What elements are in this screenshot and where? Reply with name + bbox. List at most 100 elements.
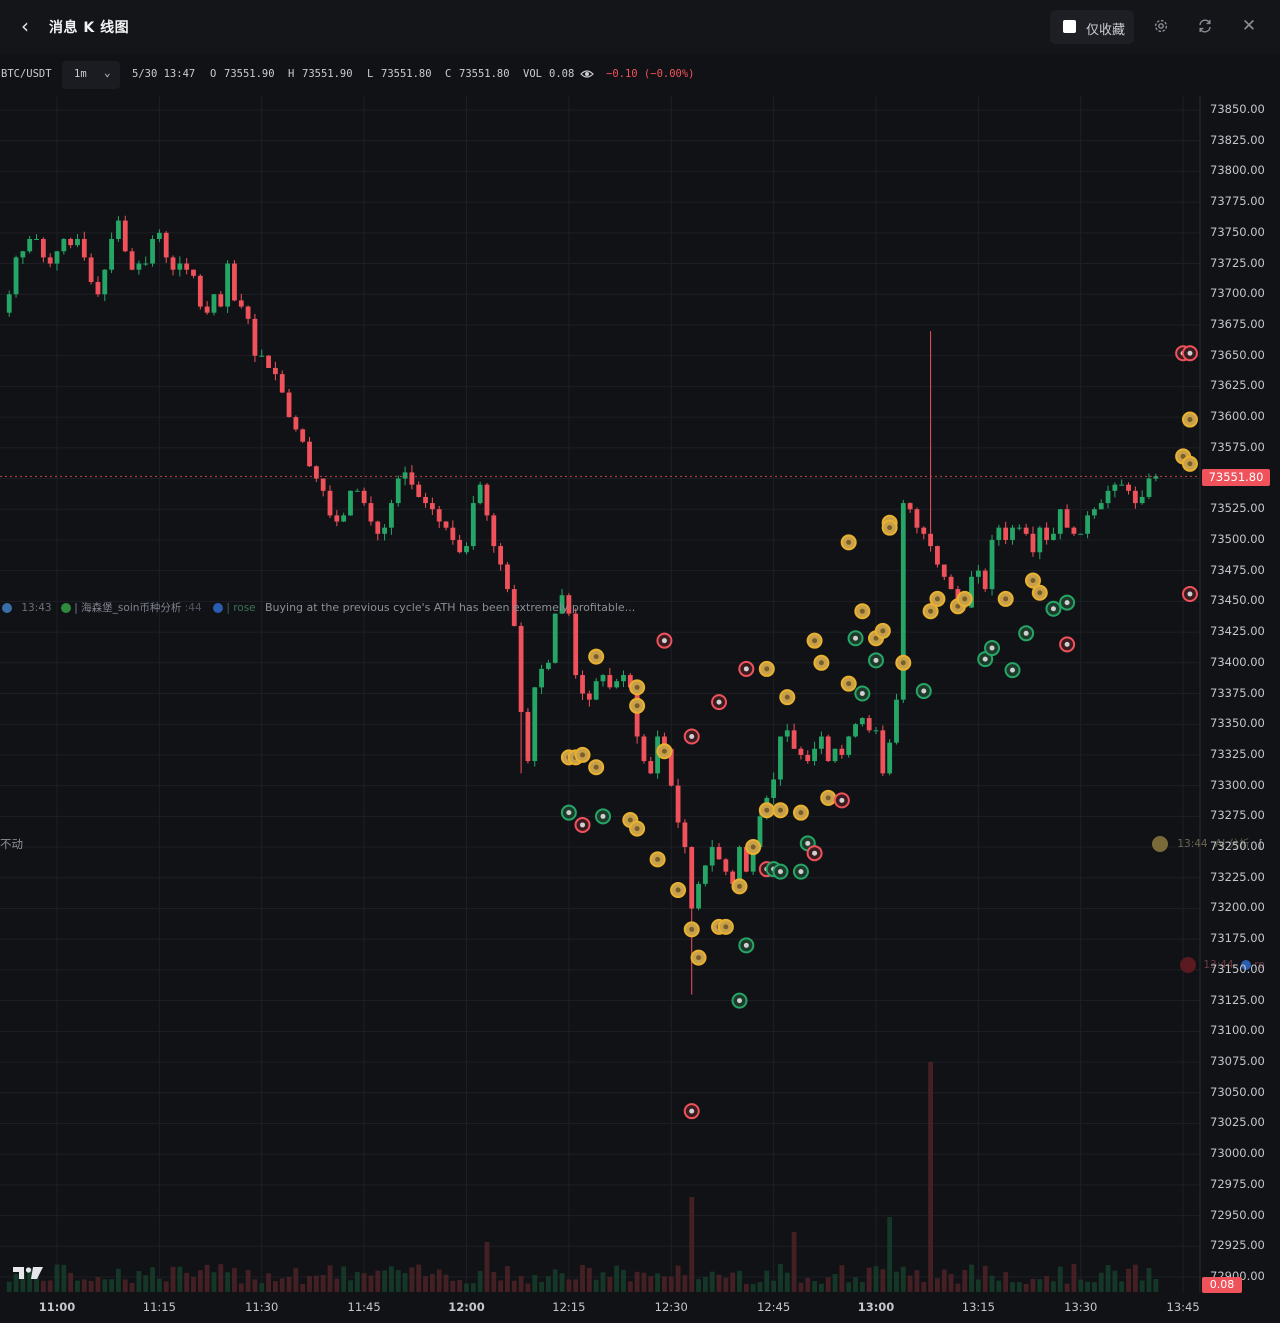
volume-bar [136,1271,142,1292]
volume-bar [498,1280,504,1292]
eye-icon[interactable] [580,68,594,80]
volume-bar [832,1274,838,1292]
event-marker-icon [711,918,728,935]
candle-body [293,417,299,430]
candle-body [470,503,476,547]
candle-body [627,675,633,688]
volume-bar [218,1264,224,1292]
event-marker-dot [716,924,722,930]
candle-body [859,718,865,725]
event-marker-dot [846,681,852,687]
volume-bar [586,1267,592,1292]
candle-body [1126,484,1131,491]
candle-body [252,318,258,356]
page-title: 消息 K 线图 [49,20,130,36]
avatar [60,603,71,613]
event-marker-icon [588,648,605,665]
event-marker-dot [928,608,934,614]
candle-body [1016,527,1022,529]
event-marker-icon [820,789,837,806]
candle-body [825,736,831,762]
volume-bar [559,1273,565,1292]
event-marker-dot [934,596,940,602]
event-marker-icon [854,685,871,702]
favorites-checkbox[interactable] [1063,20,1076,33]
event-marker-dot [580,752,586,758]
price-tick: 73625.00 [1210,378,1265,393]
volume-bar [1071,1264,1077,1292]
event-marker-icon [772,802,789,819]
volume-bar [505,1266,510,1292]
volume-bar [866,1267,872,1292]
event-marker-icon [656,743,673,760]
volume-bar [307,1275,312,1292]
candle-body [436,509,442,522]
refresh-button[interactable] [1193,14,1217,38]
price-tick: 73575.00 [1210,439,1265,454]
event-marker-dot [887,520,893,526]
volume-bar [450,1280,456,1292]
event-marker-dot [566,754,572,760]
candlestick-chart[interactable] [0,0,1280,1323]
candle-body [941,564,947,577]
event-marker-icon [629,697,646,714]
event-marker-icon [595,808,611,825]
event-marker-icon [833,792,850,809]
legend-open-label: O [210,68,217,80]
top-bar: ‹ 消息 K 线图 仅收藏 ✕ [0,0,1280,54]
time-tick: 12:45 [757,1300,791,1314]
candle-body [873,730,879,732]
candle-body [259,355,265,357]
volume-bar [1057,1266,1063,1292]
event-marker-icon [731,878,748,895]
volume-bar [327,1265,333,1292]
candle-body [484,484,490,516]
candle-body [286,392,292,418]
event-marker-icon [895,654,912,671]
candle-body [102,269,108,295]
candle-body [648,761,654,774]
volume-bar [170,1266,176,1292]
candle-body [1078,533,1084,535]
volume-bar [655,1273,660,1292]
legend-close: 73551.80 [459,68,510,80]
price-tick: 73675.00 [1210,316,1265,331]
favorites-only-toggle[interactable]: 仅收藏 [1050,10,1134,44]
event-marker-dot [1037,590,1043,596]
candle-body [409,472,415,485]
volume-bar [191,1276,196,1292]
volume-bar [368,1275,374,1292]
event-marker-icon [997,590,1014,607]
volume-bar [812,1281,817,1292]
symbol-label[interactable]: BTC/USDT [1,68,52,80]
candle-body [1023,527,1029,534]
volume-bar [238,1283,244,1292]
event-marker-icon [1059,594,1076,611]
close-button[interactable]: ✕ [1237,14,1261,38]
price-tick: 73800.00 [1210,163,1265,178]
message-row[interactable]: 不动 [0,836,23,852]
candle-body [225,263,231,307]
candle-body [675,785,681,823]
event-marker-icon [977,651,994,668]
price-tick: 73775.00 [1210,194,1265,209]
price-axis[interactable]: 73850.00 73825.00 73800.00 73775.00 73750.00… [1200,96,1280,1292]
candle-body [798,748,804,755]
settings-button[interactable] [1149,14,1173,38]
candle-body [191,269,196,276]
volume-bar [320,1274,326,1292]
candle-body [13,257,19,295]
volume-bar [1098,1272,1104,1292]
interval-select[interactable]: 1m ⌄ [62,61,120,89]
volume-bar [696,1279,701,1292]
event-marker-dot [634,703,640,709]
candle-body [853,724,858,737]
volume-bar [764,1270,770,1292]
volume-bar [989,1275,995,1292]
tradingview-logo-icon[interactable] [12,1265,44,1281]
candle-body [20,251,26,258]
back-button[interactable]: ‹ [14,15,36,39]
event-marker-dot [723,924,729,930]
message-row[interactable]: 13:43 | 海森堡_soin币种分析 :44 | rose Buying a… [2,600,635,615]
candle-body [737,847,742,884]
